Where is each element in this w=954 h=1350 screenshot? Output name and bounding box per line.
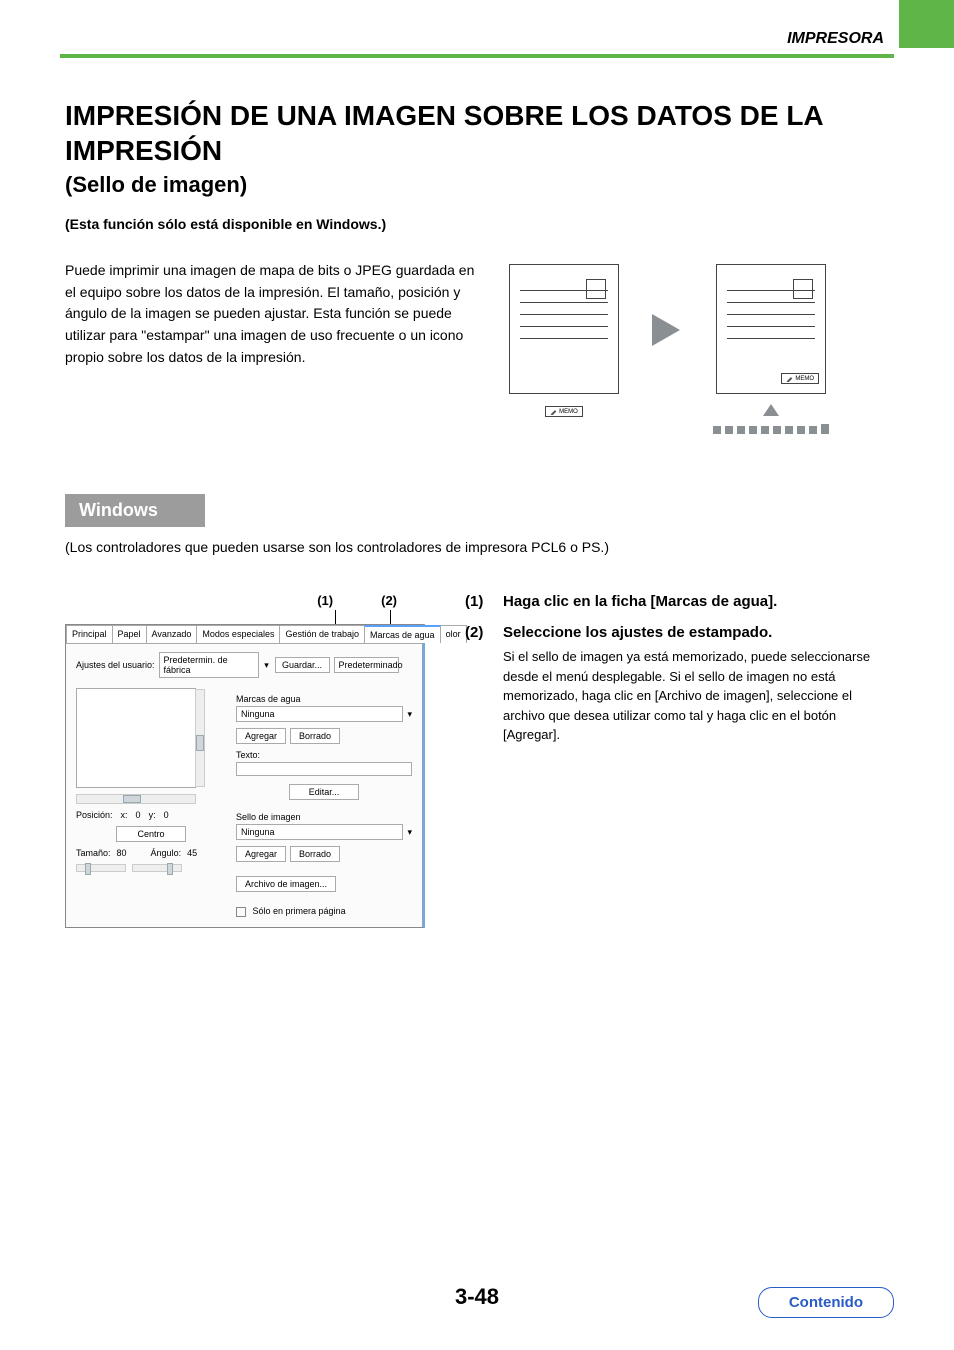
stamp-combo[interactable]: Ninguna	[236, 824, 403, 840]
tab-avanzado[interactable]: Avanzado	[146, 625, 198, 643]
tab-modos-especiales[interactable]: Modos especiales	[196, 625, 280, 643]
user-settings-combo[interactable]: Predetermin. de fábrica	[159, 652, 259, 678]
pos-y-label: y:	[149, 810, 156, 820]
step-1-num: (1)	[465, 593, 491, 610]
chevron-down-icon[interactable]: ▾	[407, 709, 412, 720]
text-label: Texto:	[236, 750, 412, 760]
tab-papel[interactable]: Papel	[112, 625, 147, 643]
memo-label: MEMO	[559, 409, 578, 415]
pos-x-label: x:	[121, 810, 128, 820]
angle-value: 45	[187, 848, 197, 858]
callout-2: (2)	[381, 593, 397, 608]
angle-slider[interactable]	[132, 864, 182, 872]
arrow-up-icon	[763, 404, 779, 416]
vertical-scroll-thumb[interactable]	[196, 735, 204, 751]
page-title: IMPRESIÓN DE UNA IMAGEN SOBRE LOS DATOS …	[65, 98, 889, 168]
tab-color[interactable]: olor	[440, 625, 467, 643]
tab-principal[interactable]: Principal	[66, 625, 113, 643]
position-label: Posición:	[76, 810, 113, 820]
watermark-group-label: Marcas de agua	[236, 694, 412, 704]
size-slider[interactable]	[76, 864, 126, 872]
size-label: Tamaño:	[76, 848, 111, 858]
arrow-right-icon	[652, 314, 680, 346]
availability-note: (Esta función sólo está disponible en Wi…	[65, 216, 889, 232]
user-settings-label: Ajustes del usuario:	[76, 660, 155, 670]
dialog-tabs: Principal Papel Avanzado Modos especiale…	[66, 625, 422, 644]
tab-marcas-de-agua[interactable]: Marcas de agua	[364, 625, 441, 643]
contents-button[interactable]: Contenido	[758, 1287, 894, 1318]
accent-bar	[899, 0, 954, 48]
stamp-group-label: Sello de imagen	[236, 812, 412, 822]
first-page-label: Sólo en primera página	[253, 906, 346, 916]
memo-badge: MEMO	[545, 406, 583, 417]
memo-badge-inside: MEMO	[781, 373, 819, 384]
step-1-title: Haga clic en la ficha [Marcas de agua].	[503, 593, 777, 610]
callout-1: (1)	[317, 593, 333, 608]
chevron-down-icon[interactable]: ▾	[407, 827, 412, 838]
first-page-checkbox[interactable]	[236, 907, 246, 917]
header-category: IMPRESORA	[787, 30, 884, 47]
watermark-delete-button[interactable]: Borrado	[290, 728, 340, 744]
save-button[interactable]: Guardar...	[275, 657, 330, 673]
pos-x-value: 0	[136, 810, 141, 820]
defaults-button[interactable]: Predeterminado	[334, 657, 399, 673]
controllers-note: (Los controladores que pueden usarse son…	[65, 539, 889, 555]
size-value: 80	[117, 848, 127, 858]
description-text: Puede imprimir una imagen de mapa de bit…	[65, 260, 479, 434]
step-2-title: Seleccione los ajustes de estampado.	[503, 624, 889, 641]
image-file-button[interactable]: Archivo de imagen...	[236, 876, 336, 892]
windows-heading: Windows	[65, 494, 205, 527]
angle-label: Ángulo:	[151, 848, 182, 858]
tab-gestion-trabajo[interactable]: Gestión de trabajo	[279, 625, 365, 643]
stamp-delete-button[interactable]: Borrado	[290, 846, 340, 862]
step-2-num: (2)	[465, 624, 491, 745]
page-subtitle: (Sello de imagen)	[65, 172, 889, 198]
horizontal-scrollbar[interactable]	[76, 794, 196, 804]
doc-after-icon: MEMO	[716, 264, 826, 394]
preview-area	[76, 688, 196, 788]
horizontal-scroll-thumb[interactable]	[123, 795, 141, 803]
pos-y-value: 0	[164, 810, 169, 820]
watermark-combo[interactable]: Ninguna	[236, 706, 403, 722]
step-2-body: Si el sello de imagen ya está memorizado…	[503, 647, 889, 745]
illustration: MEMO MEMO	[509, 260, 889, 434]
print-dialog: Principal Papel Avanzado Modos especiale…	[65, 624, 425, 928]
text-input[interactable]	[236, 762, 412, 776]
edit-button[interactable]: Editar...	[289, 784, 359, 800]
stamp-add-button[interactable]: Agregar	[236, 846, 286, 862]
chevron-down-icon[interactable]: ▾	[263, 660, 271, 671]
progress-dots-icon	[713, 424, 829, 434]
doc-before-icon	[509, 264, 619, 394]
watermark-add-button[interactable]: Agregar	[236, 728, 286, 744]
center-button[interactable]: Centro	[116, 826, 186, 842]
